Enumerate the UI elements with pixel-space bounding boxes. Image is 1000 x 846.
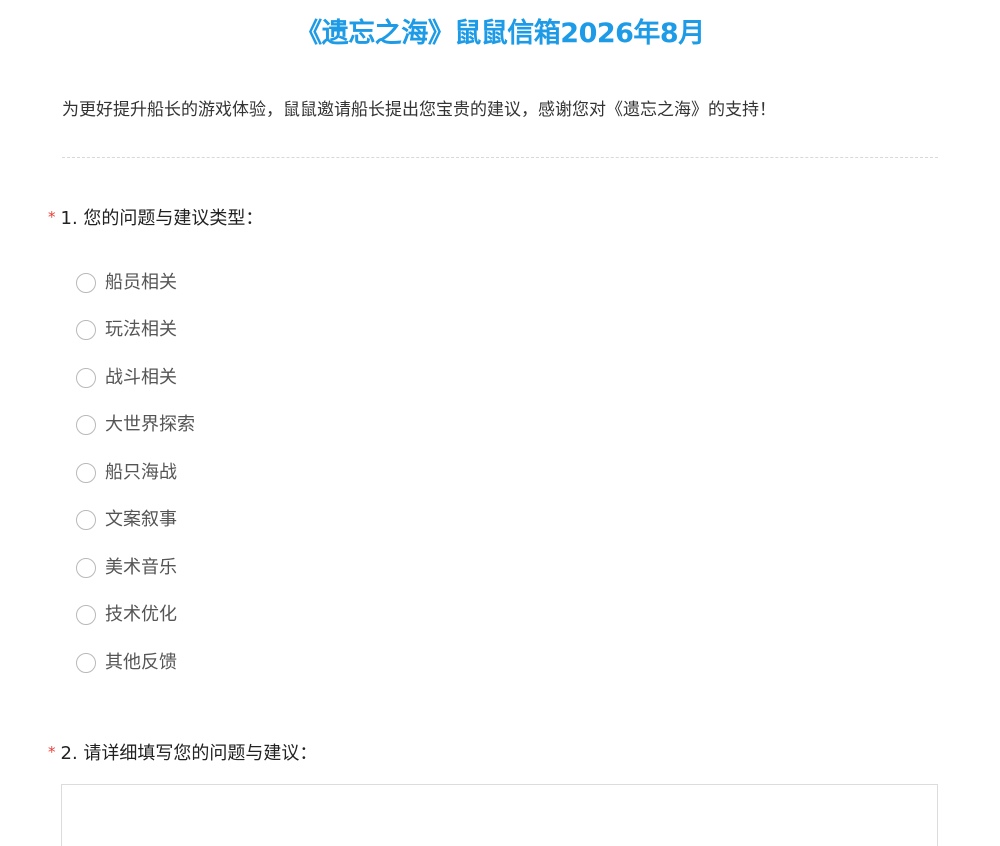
- option-tech-optimization[interactable]: 技术优化: [76, 592, 195, 640]
- option-other-feedback[interactable]: 其他反馈: [76, 639, 195, 687]
- radio-button[interactable]: [76, 415, 96, 436]
- radio-button[interactable]: [76, 320, 96, 341]
- question-2-text: 2. 请详细填写您的问题与建议：: [60, 743, 318, 764]
- option-label: 战斗相关: [105, 366, 177, 388]
- radio-button[interactable]: [76, 510, 96, 531]
- option-crew[interactable]: 船员相关: [76, 259, 195, 307]
- required-mark: *: [48, 743, 56, 761]
- question-1-label: * 1. 您的问题与建议类型：: [48, 206, 263, 232]
- radio-button[interactable]: [76, 557, 96, 578]
- radio-button[interactable]: [76, 462, 96, 483]
- option-label: 玩法相关: [105, 319, 177, 341]
- option-gameplay[interactable]: 玩法相关: [76, 307, 195, 355]
- radio-button[interactable]: [76, 652, 96, 673]
- suggestion-textarea[interactable]: [61, 784, 938, 846]
- page-title: 《遗忘之海》鼠鼠信箱2026年8月: [295, 18, 705, 49]
- question-1-text: 1. 您的问题与建议类型：: [60, 208, 264, 229]
- option-label: 文案叙事: [105, 509, 177, 531]
- option-label: 其他反馈: [105, 651, 177, 673]
- radio-button[interactable]: [76, 272, 96, 293]
- option-world-exploration[interactable]: 大世界探索: [76, 402, 195, 450]
- intro-text: 为更好提升船长的游戏体验，鼠鼠邀请船长提出您宝贵的建议，感谢您对《遗忘之海》的支…: [62, 100, 776, 120]
- required-mark: *: [48, 208, 56, 226]
- radio-button[interactable]: [76, 605, 96, 626]
- survey-page: 《遗忘之海》鼠鼠信箱2026年8月 为更好提升船长的游戏体验，鼠鼠邀请船长提出您…: [0, 0, 1000, 846]
- question-1-options: 船员相关 玩法相关 战斗相关 大世界探索 船只海战 文案叙事 美术音乐 技术优化…: [76, 259, 195, 687]
- question-2-label: * 2. 请详细填写您的问题与建议：: [48, 741, 317, 767]
- option-naval-battle[interactable]: 船只海战: [76, 449, 195, 497]
- option-label: 美术音乐: [105, 556, 177, 578]
- option-art-music[interactable]: 美术音乐: [76, 544, 195, 592]
- option-label: 船只海战: [105, 461, 177, 483]
- divider: [62, 157, 938, 158]
- option-combat[interactable]: 战斗相关: [76, 354, 195, 402]
- option-label: 大世界探索: [105, 414, 195, 436]
- option-label: 船员相关: [105, 271, 177, 293]
- option-story-text[interactable]: 文案叙事: [76, 497, 195, 545]
- radio-button[interactable]: [76, 367, 96, 388]
- option-label: 技术优化: [105, 604, 177, 626]
